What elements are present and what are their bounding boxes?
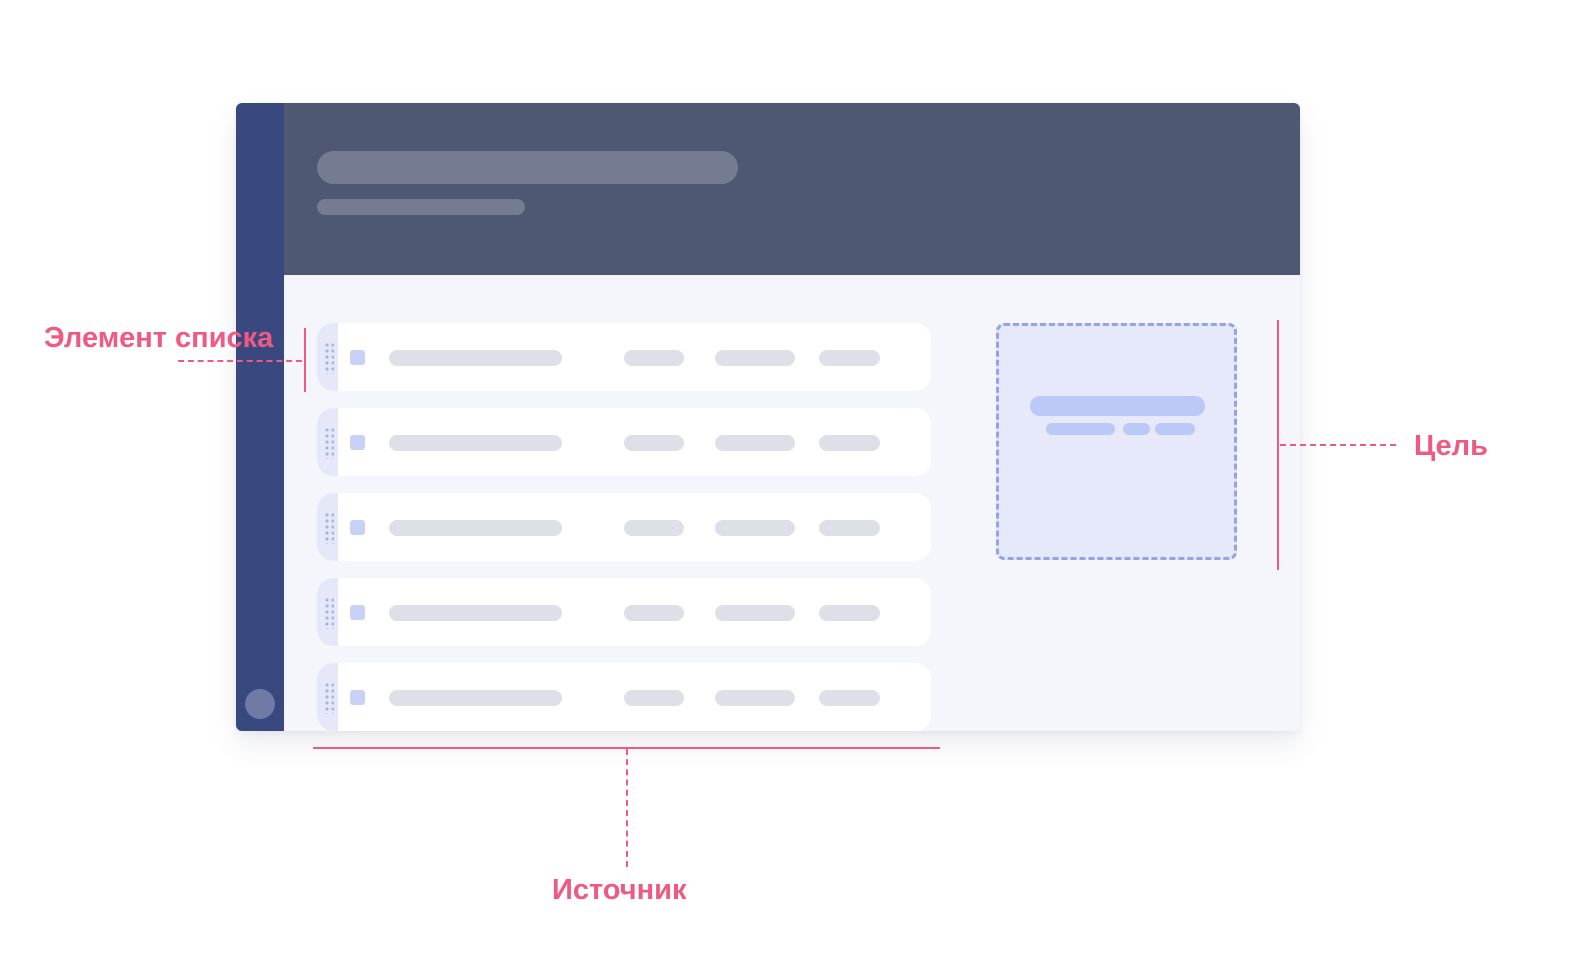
list-item[interactable] (317, 323, 931, 391)
item-field-placeholder (819, 350, 880, 366)
drag-handle[interactable] (317, 493, 338, 561)
item-field-placeholder (715, 690, 795, 706)
item-field-placeholder (624, 350, 684, 366)
target-field-placeholder (1123, 423, 1150, 435)
item-checkbox[interactable] (350, 605, 365, 620)
drag-dots-icon (324, 597, 334, 629)
item-checkbox[interactable] (350, 350, 365, 365)
item-field-placeholder (819, 605, 880, 621)
drag-handle[interactable] (317, 578, 338, 646)
sidebar (236, 103, 284, 731)
drag-dots-icon (324, 342, 334, 374)
drag-handle[interactable] (317, 408, 338, 476)
item-field-placeholder (819, 690, 880, 706)
item-title-placeholder (389, 520, 562, 536)
drop-target[interactable] (996, 323, 1237, 560)
item-field-placeholder (624, 690, 684, 706)
diagram-canvas: Элемент списка Цель Источник (0, 0, 1592, 960)
annotation-list-item-leader (178, 360, 302, 362)
item-title-placeholder (389, 350, 562, 366)
drag-handle[interactable] (317, 663, 338, 731)
annotation-list-item-bracket (304, 328, 306, 392)
list-item[interactable] (317, 408, 931, 476)
annotation-source-leader (626, 749, 628, 867)
list-item[interactable] (317, 578, 931, 646)
page-header (284, 103, 1300, 275)
item-title-placeholder (389, 435, 562, 451)
drag-dots-icon (324, 427, 334, 459)
drag-dots-icon (324, 682, 334, 714)
item-checkbox[interactable] (350, 690, 365, 705)
item-field-placeholder (624, 435, 684, 451)
item-title-placeholder (389, 690, 562, 706)
header-subtitle-placeholder (317, 199, 525, 215)
target-field-placeholder (1155, 423, 1195, 435)
item-field-placeholder (715, 605, 795, 621)
target-title-placeholder (1030, 396, 1205, 416)
list-item[interactable] (317, 493, 931, 561)
annotation-target-label: Цель (1414, 430, 1488, 462)
item-checkbox[interactable] (350, 435, 365, 450)
item-field-placeholder (715, 435, 795, 451)
item-field-placeholder (624, 520, 684, 536)
avatar[interactable] (245, 689, 275, 719)
item-title-placeholder (389, 605, 562, 621)
drag-handle[interactable] (317, 323, 338, 391)
app-window-mockup (236, 103, 1300, 731)
annotation-list-item-label: Элемент списка (44, 322, 274, 354)
item-checkbox[interactable] (350, 520, 365, 535)
list-item[interactable] (317, 663, 931, 731)
annotation-target-bracket (1277, 320, 1279, 570)
annotation-target-leader (1280, 444, 1396, 446)
item-field-placeholder (715, 520, 795, 536)
drag-dots-icon (324, 512, 334, 544)
item-field-placeholder (819, 520, 880, 536)
item-field-placeholder (819, 435, 880, 451)
target-field-placeholder (1046, 423, 1115, 435)
source-list (317, 323, 931, 731)
header-title-placeholder (317, 151, 738, 184)
item-field-placeholder (624, 605, 684, 621)
annotation-source-label: Источник (552, 874, 687, 906)
item-field-placeholder (715, 350, 795, 366)
